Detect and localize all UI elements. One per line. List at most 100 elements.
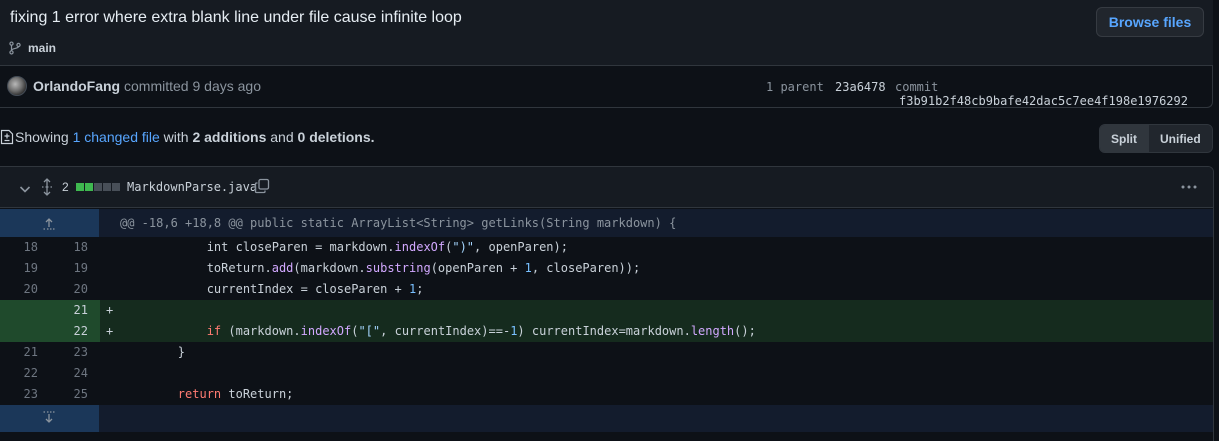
code-token: (markdown. xyxy=(293,261,366,275)
new-line-number[interactable]: 25 xyxy=(50,384,100,405)
diffstat-block xyxy=(94,183,102,191)
code-token: (openParen + xyxy=(430,261,525,275)
file-diff: 2 MarkdownParse.java @@ -18,6 +18,8 @@ p… xyxy=(0,166,1214,441)
commit-meta-row: OrlandoFang committed 9 days ago 1 paren… xyxy=(0,67,1213,108)
code-token: return xyxy=(177,387,222,401)
commit-title: fixing 1 error where extra blank line un… xyxy=(10,9,462,26)
new-line-number[interactable]: 21 xyxy=(50,300,100,321)
author-link[interactable]: OrlandoFang xyxy=(33,78,120,94)
author-line: OrlandoFang committed 9 days ago xyxy=(33,78,261,94)
kebab-horizontal-icon[interactable] xyxy=(1181,185,1197,189)
deletions-count: 0 deletions. xyxy=(297,129,375,145)
hunk-expand-gutter-bottom[interactable] xyxy=(0,405,99,432)
hunk-footer xyxy=(0,405,1213,432)
code-text: return toReturn; xyxy=(120,384,294,405)
file-header: 2 MarkdownParse.java xyxy=(0,167,1213,208)
old-line-number[interactable]: 21 xyxy=(0,342,50,363)
git-branch-icon xyxy=(9,41,21,55)
copy-icon[interactable] xyxy=(254,178,270,194)
code-token: indexOf xyxy=(300,324,352,338)
fold-down-icon[interactable] xyxy=(42,410,56,426)
new-line-number[interactable]: 19 xyxy=(50,258,100,279)
hunk-expand-gutter[interactable] xyxy=(0,209,99,237)
additions-count: 2 additions xyxy=(192,129,267,145)
old-line-number[interactable]: 18 xyxy=(0,237,50,258)
diff-lines-body: 18 18 int closeParen = markdown.indexOf("… xyxy=(0,237,1213,405)
code-text: currentIndex = closeParen + 1; xyxy=(120,279,424,300)
parent-label: 1 parent xyxy=(766,80,824,94)
diff-line-context: 18 18 int closeParen = markdown.indexOf("… xyxy=(0,237,1213,258)
changed-files-link[interactable]: 1 changed file xyxy=(73,129,160,145)
changes-count: 2 xyxy=(62,180,69,194)
new-line-number[interactable]: 20 xyxy=(50,279,100,300)
code-text: } xyxy=(120,342,185,363)
new-line-number[interactable]: 24 xyxy=(50,363,100,384)
split-view-button[interactable]: Split xyxy=(1100,125,1149,152)
file-diff-icon[interactable] xyxy=(0,129,14,145)
diffstat-block xyxy=(103,183,111,191)
chevron-down-icon[interactable] xyxy=(18,182,32,196)
code-token: 1 xyxy=(524,261,532,275)
diff-line-addition: 22 + if (markdown.indexOf("[", currentInd… xyxy=(0,321,1213,342)
code-token: ) currentIndex=markdown. xyxy=(517,324,691,338)
diff-line-context: 22 24 xyxy=(0,363,1213,384)
commit-header: fixing 1 error where extra blank line un… xyxy=(0,0,1213,108)
code-token: , closeParen)); xyxy=(531,261,641,275)
commit-label: commit xyxy=(895,80,939,94)
diffstat-block xyxy=(85,183,93,191)
diff-table: @@ -18,6 +18,8 @@ public static ArrayLis… xyxy=(0,209,1213,432)
avatar[interactable] xyxy=(7,76,27,96)
showing-label: Showing xyxy=(15,129,69,145)
and-label: and xyxy=(270,129,294,145)
new-line-number[interactable]: 22 xyxy=(50,321,100,342)
code-token: ; xyxy=(416,282,424,296)
old-line-number[interactable] xyxy=(0,321,50,342)
commit-sha[interactable]: f3b91b2f48cb9bafe42dac5c7ee4f198e1976292 xyxy=(899,94,1188,108)
parent-info: 1 parent 23a6478 xyxy=(766,80,886,94)
old-line-number[interactable]: 20 xyxy=(0,279,50,300)
code-token: add xyxy=(271,261,294,275)
code-token: if xyxy=(206,324,222,338)
parent-sha-link[interactable]: 23a6478 xyxy=(835,80,886,94)
hunk-header: @@ -18,6 +18,8 @@ public static ArrayLis… xyxy=(0,209,1213,237)
code-token: indexOf xyxy=(394,240,446,254)
old-line-number[interactable] xyxy=(0,300,50,321)
commit-sha-info: commit f3b91b2f48cb9bafe42dac5c7ee4f198e… xyxy=(895,80,1213,108)
browse-files-button[interactable]: Browse files xyxy=(1096,7,1204,37)
code-token: length xyxy=(690,324,735,338)
committed-time: committed 9 days ago xyxy=(124,78,261,94)
code-token: toReturn. xyxy=(120,261,272,275)
diff-summary: Showing 1 changed file with 2 additions … xyxy=(0,129,375,145)
code-text: int closeParen = markdown.indexOf(")", o… xyxy=(120,237,568,258)
new-line-number[interactable]: 23 xyxy=(50,342,100,363)
diff-sign: + xyxy=(106,324,114,338)
code-token: int closeParen = markdown. xyxy=(120,240,395,254)
old-line-number[interactable]: 19 xyxy=(0,258,50,279)
code-token: (); xyxy=(734,324,756,338)
unified-view-button[interactable]: Unified xyxy=(1149,125,1212,152)
diff-line-context: 19 19 toReturn.add(markdown.substring(ope… xyxy=(0,258,1213,279)
diffstat-block xyxy=(112,183,120,191)
branch-label[interactable]: main xyxy=(8,41,56,55)
diffstat xyxy=(76,183,120,191)
diffstat-block xyxy=(76,183,84,191)
branch-name: main xyxy=(28,41,57,55)
commit-title-bar: fixing 1 error where extra blank line un… xyxy=(0,0,1213,66)
code-token: toReturn; xyxy=(221,387,294,401)
old-line-number[interactable]: 22 xyxy=(0,363,50,384)
fold-up-icon[interactable] xyxy=(42,215,56,231)
code-token: , currentIndex)==- xyxy=(380,324,511,338)
new-line-number[interactable]: 18 xyxy=(50,237,100,258)
diff-line-context: 20 20 currentIndex = closeParen + 1; xyxy=(0,279,1213,300)
diff-view-toggle: Split Unified xyxy=(1099,124,1213,153)
unfold-icon[interactable] xyxy=(40,178,54,196)
old-line-number[interactable]: 23 xyxy=(0,384,50,405)
code-token: , openParen); xyxy=(474,240,568,254)
code-token: substring xyxy=(365,261,431,275)
file-name-link[interactable]: MarkdownParse.java xyxy=(127,180,257,194)
with-label: with xyxy=(163,129,189,145)
code-token: currentIndex = closeParen + xyxy=(120,282,409,296)
diff-line-context: 23 25 return toReturn; xyxy=(0,384,1213,405)
